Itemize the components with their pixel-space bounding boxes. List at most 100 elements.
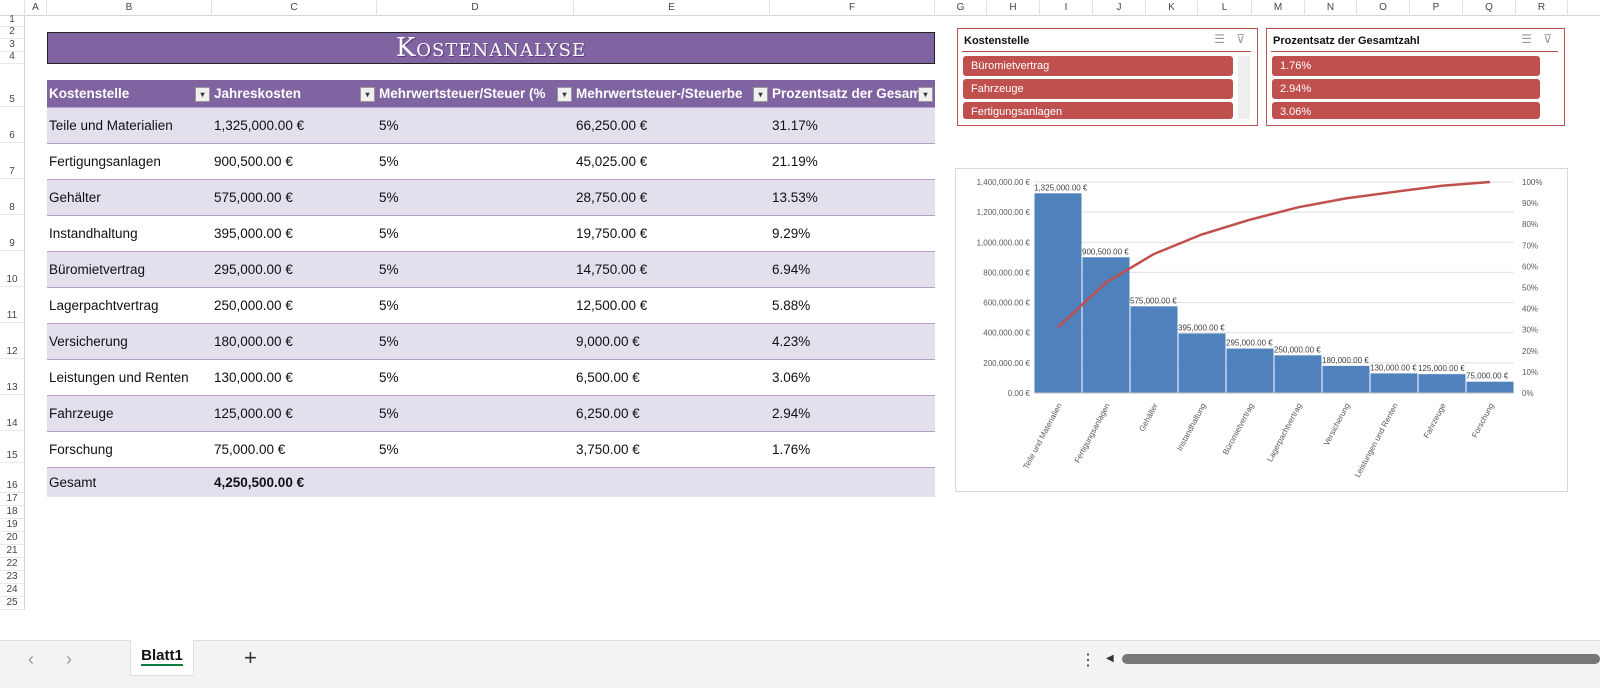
table-cell[interactable]: 5%	[377, 178, 574, 215]
row-header[interactable]: 17	[0, 493, 25, 506]
bar[interactable]	[1130, 306, 1178, 393]
scroll-left-icon[interactable]: ◀	[1106, 653, 1114, 664]
column-header[interactable]: G	[935, 0, 987, 16]
table-cell[interactable]: 295,000.00 €	[212, 250, 377, 287]
column-header[interactable]: P	[1410, 0, 1463, 16]
column-header[interactable]: J	[1093, 0, 1146, 16]
bar[interactable]	[1418, 374, 1466, 393]
table-cell[interactable]: Lagerpachtvertrag	[47, 286, 212, 323]
row-header[interactable]: 14	[0, 395, 25, 431]
column-header[interactable]: I	[1040, 0, 1093, 16]
row-header[interactable]: 6	[0, 107, 25, 143]
filter-dropdown-icon[interactable]: ▾	[360, 87, 375, 102]
clear-filter-icon[interactable]: ⊽	[1543, 32, 1552, 46]
table-cell[interactable]	[377, 466, 574, 497]
column-header[interactable]: A	[25, 0, 47, 16]
bar[interactable]	[1274, 355, 1322, 393]
slicer-scrollbar[interactable]	[1238, 56, 1250, 119]
table-cell[interactable]: 5%	[377, 142, 574, 179]
filter-dropdown-icon[interactable]: ▾	[918, 87, 933, 102]
table-cell[interactable]: Gehälter	[47, 178, 212, 215]
row-header[interactable]: 11	[0, 287, 25, 323]
row-header[interactable]: 5	[0, 64, 25, 107]
table-cell[interactable]: 250,000.00 €	[212, 286, 377, 323]
more-options-icon[interactable]: ⋮	[1080, 650, 1096, 670]
row-header[interactable]: 20	[0, 532, 25, 545]
table-cell[interactable]: 5.88%	[770, 286, 935, 323]
row-header[interactable]: 4	[0, 51, 25, 64]
slicer-item[interactable]: Büromietvertrag	[963, 56, 1233, 76]
table-cell[interactable]: 21.19%	[770, 142, 935, 179]
table-cell[interactable]: 130,000.00 €	[212, 358, 377, 395]
bar[interactable]	[1082, 257, 1130, 393]
total-value[interactable]: 4,250,500.00 €	[212, 466, 377, 497]
table-cell[interactable]: 5%	[377, 214, 574, 251]
row-header[interactable]: 2	[0, 26, 25, 39]
table-cell[interactable]: 3,750.00 €	[574, 430, 770, 467]
table-cell[interactable]: 13.53%	[770, 178, 935, 215]
column-header[interactable]: E	[574, 0, 770, 16]
row-header[interactable]: 8	[0, 179, 25, 215]
table-cell[interactable]: 6,250.00 €	[574, 394, 770, 431]
bar[interactable]	[1466, 381, 1514, 393]
column-header[interactable]: D	[377, 0, 574, 16]
table-cell[interactable]: 75,000.00 €	[212, 430, 377, 467]
table-cell[interactable]: 1.76%	[770, 430, 935, 467]
column-header[interactable]: H	[987, 0, 1040, 16]
column-header[interactable]: K	[1146, 0, 1198, 16]
table-cell[interactable]: 5%	[377, 106, 574, 143]
column-header[interactable]: R	[1516, 0, 1568, 16]
table-cell[interactable]	[574, 466, 770, 497]
table-cell[interactable]: 5%	[377, 430, 574, 467]
row-header[interactable]: 21	[0, 545, 25, 558]
slicer-item[interactable]: 3.06%	[1272, 102, 1540, 119]
filter-dropdown-icon[interactable]: ▾	[195, 87, 210, 102]
sheet-tab-blatt1[interactable]: Blatt1	[130, 640, 194, 676]
table-cell[interactable]: Teile und Materialien	[47, 106, 212, 143]
row-header[interactable]: 19	[0, 519, 25, 532]
pareto-chart[interactable]: 0.00 € 200,000.00 € 400,000.00 € 600,000.00…	[955, 168, 1568, 492]
bar[interactable]	[1370, 373, 1418, 393]
table-cell[interactable]: Büromietvertrag	[47, 250, 212, 287]
slicer-item[interactable]: Fahrzeuge	[963, 79, 1233, 99]
table-cell[interactable]: 395,000.00 €	[212, 214, 377, 251]
bar[interactable]	[1226, 348, 1274, 393]
table-cell[interactable]: 4.23%	[770, 322, 935, 359]
table-cell[interactable]: 5%	[377, 358, 574, 395]
table-cell[interactable]: 3.06%	[770, 358, 935, 395]
multi-select-icon[interactable]: ☰	[1521, 32, 1532, 46]
table-cell[interactable]: Instandhaltung	[47, 214, 212, 251]
row-header[interactable]: 23	[0, 571, 25, 584]
table-cell[interactable]: 28,750.00 €	[574, 178, 770, 215]
table-cell[interactable]	[770, 466, 935, 497]
next-sheet-icon[interactable]: ›	[66, 649, 72, 670]
column-header[interactable]: Q	[1463, 0, 1516, 16]
row-header[interactable]: 24	[0, 584, 25, 597]
column-header[interactable]: N	[1305, 0, 1357, 16]
table-cell[interactable]: Forschung	[47, 430, 212, 467]
column-header[interactable]: O	[1357, 0, 1410, 16]
table-cell[interactable]: 1,325,000.00 €	[212, 106, 377, 143]
clear-filter-icon[interactable]: ⊽	[1236, 32, 1245, 46]
row-header[interactable]: 10	[0, 251, 25, 287]
table-cell[interactable]: 6,500.00 €	[574, 358, 770, 395]
column-header[interactable]: B	[47, 0, 212, 16]
table-cell[interactable]: 6.94%	[770, 250, 935, 287]
row-header[interactable]: 25	[0, 597, 25, 610]
row-header[interactable]: 16	[0, 463, 25, 493]
table-cell[interactable]: 9,000.00 €	[574, 322, 770, 359]
filter-dropdown-icon[interactable]: ▾	[557, 87, 572, 102]
table-cell[interactable]: 5%	[377, 394, 574, 431]
table-cell[interactable]: 9.29%	[770, 214, 935, 251]
table-cell[interactable]: 19,750.00 €	[574, 214, 770, 251]
table-cell[interactable]: 66,250.00 €	[574, 106, 770, 143]
table-cell[interactable]: 5%	[377, 322, 574, 359]
table-cell[interactable]: Versicherung	[47, 322, 212, 359]
table-cell[interactable]: Fahrzeuge	[47, 394, 212, 431]
total-label[interactable]: Gesamt	[47, 466, 212, 497]
row-header[interactable]: 12	[0, 323, 25, 359]
row-header[interactable]: 22	[0, 558, 25, 571]
table-cell[interactable]: 575,000.00 €	[212, 178, 377, 215]
horizontal-scrollbar[interactable]	[1122, 654, 1600, 664]
row-header[interactable]: 18	[0, 506, 25, 519]
